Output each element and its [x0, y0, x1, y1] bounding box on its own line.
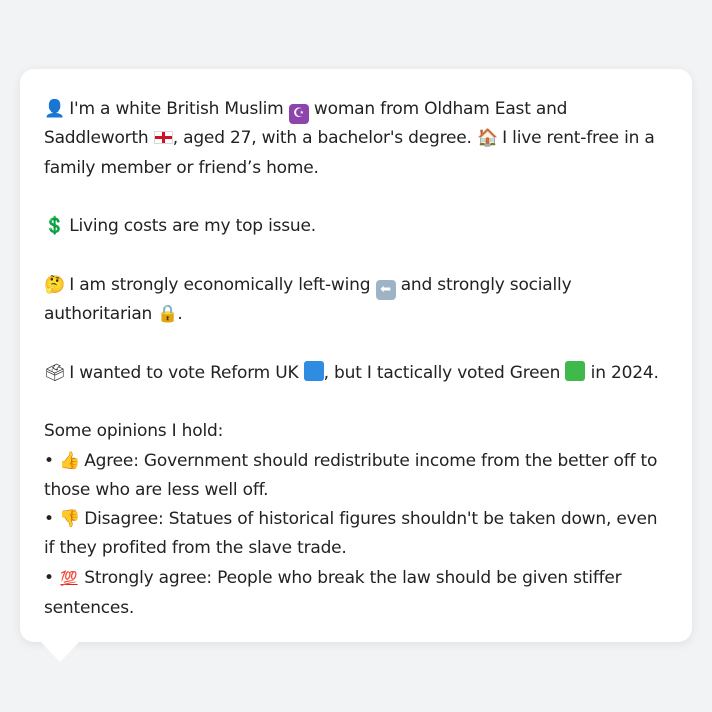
opinion-item: • 👍 Agree: Government should redistribut…	[44, 447, 668, 506]
lock-icon: 🔒	[157, 304, 179, 325]
green-square-icon	[565, 360, 586, 381]
vote-text-3: in 2024.	[585, 362, 659, 383]
opinion-text: Strongly agree: People who break the law…	[44, 567, 622, 619]
bullet: •	[44, 509, 60, 530]
star-and-crescent-icon: ☪	[288, 104, 309, 124]
bullet: •	[44, 450, 60, 471]
politics-text-3: .	[177, 304, 183, 325]
politics-paragraph: 🤔 I am strongly economically left-wing ⬅…	[44, 271, 668, 330]
politics-text-1: I am strongly economically left-wing	[64, 274, 376, 295]
opinion-item: • 💯 Strongly agree: People who break the…	[44, 564, 668, 624]
hundred-points-icon: 💯	[60, 570, 78, 587]
dollar-icon: 💲	[44, 216, 65, 237]
opinion-text: Agree: Government should redistribute in…	[44, 450, 658, 500]
vote-paragraph: 🗳 I wanted to vote Reform UK , but I tac…	[44, 359, 668, 388]
intro-text-3: , aged 27, with a bachelor's degree.	[172, 128, 477, 149]
top-issue-paragraph: 💲 Living costs are my top issue.	[44, 212, 668, 241]
house-icon: 🏠	[476, 128, 498, 149]
top-issue-text: Living costs are my top issue.	[64, 216, 316, 237]
vote-text-2: , but I tactically voted Green	[323, 362, 566, 383]
intro-text-1: I'm a white British Muslim	[64, 99, 289, 119]
opinions-heading: Some opinions I hold:	[44, 421, 224, 442]
person-icon: 👤	[44, 99, 65, 119]
opinion-text: Disagree: Statues of historical figures …	[44, 509, 658, 559]
blue-square-icon	[303, 360, 324, 381]
bullet: •	[44, 567, 60, 588]
ballot-box-icon: 🗳	[44, 362, 66, 383]
vote-text-1: I wanted to vote Reform UK	[64, 362, 304, 383]
persona-message-card: 👤 I'm a white British Muslim ☪ woman fro…	[20, 69, 692, 642]
england-flag-icon	[153, 131, 173, 145]
thumbs-up-icon: 👍	[59, 450, 80, 471]
thinking-face-icon: 🤔	[44, 274, 65, 295]
intro-paragraph: 👤 I'm a white British Muslim ☪ woman fro…	[44, 95, 668, 183]
speech-bubble-tail	[40, 641, 80, 662]
thumbs-down-icon: 👎	[59, 509, 80, 530]
left-arrow-icon: ⬅	[375, 279, 396, 300]
opinion-item: • 👎 Disagree: Statues of historical figu…	[44, 505, 668, 564]
